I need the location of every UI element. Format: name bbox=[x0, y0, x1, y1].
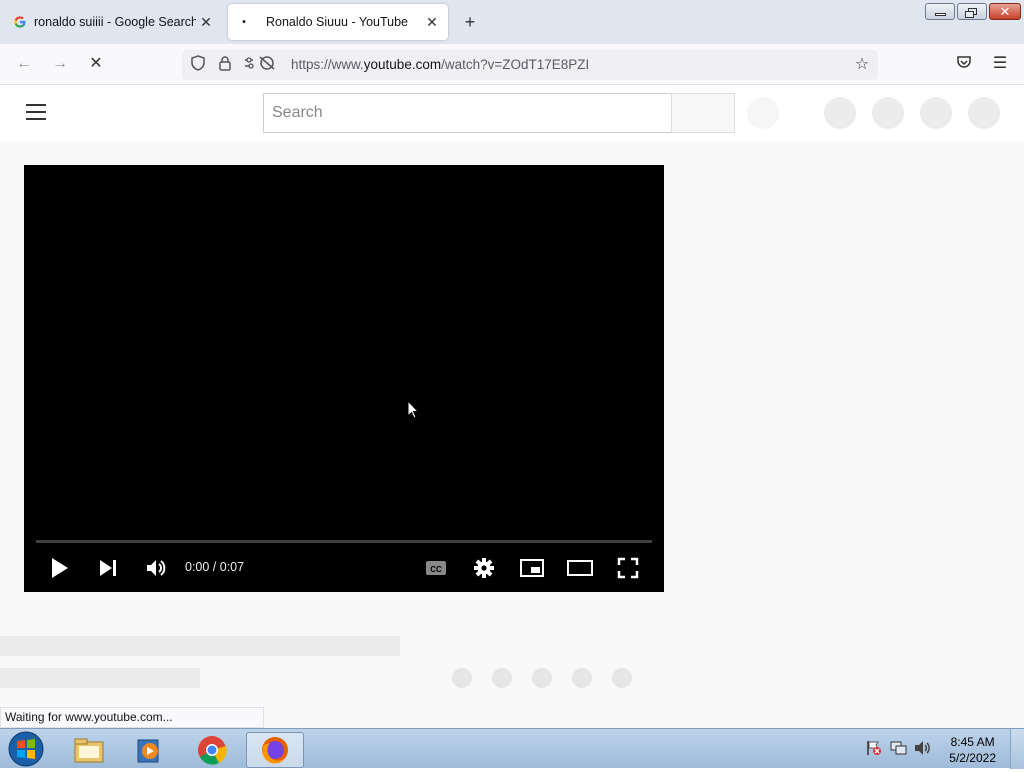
tab-title: ronaldo suiiii - Google Search bbox=[34, 15, 196, 29]
minimize-button[interactable] bbox=[925, 3, 955, 20]
theater-mode-icon[interactable] bbox=[567, 557, 593, 584]
action-skeleton bbox=[532, 668, 552, 688]
restore-button[interactable] bbox=[957, 3, 987, 20]
url-bar[interactable]: https://www.youtube.com/watch?v=ZOdT17E8… bbox=[182, 50, 878, 80]
system-clock[interactable]: 8:45 AM 5/2/2022 bbox=[949, 734, 996, 766]
action-skeleton bbox=[612, 668, 632, 688]
media-player-icon[interactable] bbox=[120, 732, 178, 768]
closed-captions-icon[interactable]: CC bbox=[425, 559, 447, 582]
file-explorer-icon[interactable] bbox=[60, 732, 118, 768]
action-skeleton bbox=[572, 668, 592, 688]
clock-date: 5/2/2022 bbox=[949, 751, 996, 765]
tab-title: Ronaldo Siuuu - YouTube bbox=[266, 15, 409, 29]
status-bar: Waiting for www.youtube.com... bbox=[0, 707, 264, 728]
placeholder-circle bbox=[824, 97, 856, 129]
placeholder-circle bbox=[872, 97, 904, 129]
windows-taskbar: 8:45 AM 5/2/2022 bbox=[0, 728, 1024, 769]
play-icon[interactable] bbox=[50, 557, 70, 584]
action-skeleton bbox=[452, 668, 472, 688]
svg-text:CC: CC bbox=[430, 565, 442, 574]
loading-dot-icon: • bbox=[242, 16, 246, 28]
guide-menu-icon[interactable] bbox=[26, 104, 46, 120]
mouse-cursor-icon bbox=[407, 399, 420, 424]
title-skeleton bbox=[0, 636, 400, 656]
pocket-icon[interactable] bbox=[954, 54, 974, 74]
progress-bar[interactable] bbox=[36, 540, 652, 543]
back-arrow-icon[interactable]: ← bbox=[14, 54, 34, 74]
permissions-icon[interactable] bbox=[242, 55, 278, 75]
search-input[interactable]: Search bbox=[263, 93, 672, 133]
next-video-icon[interactable] bbox=[99, 557, 119, 584]
close-tab-icon[interactable]: ✕ bbox=[422, 14, 442, 31]
action-center-flag-icon[interactable] bbox=[866, 740, 882, 761]
tab-youtube[interactable]: • Ronaldo Siuuu - YouTube ✕ bbox=[228, 4, 448, 40]
firefox-icon[interactable] bbox=[246, 732, 304, 768]
forward-arrow-icon[interactable]: → bbox=[50, 54, 70, 74]
time-display: 0:00 / 0:07 bbox=[185, 560, 245, 574]
subtitle-skeleton bbox=[0, 668, 200, 688]
google-g-icon bbox=[12, 14, 28, 30]
bookmark-star-icon[interactable]: ☆ bbox=[852, 55, 872, 75]
close-window-button[interactable]: ✕ bbox=[989, 3, 1021, 20]
network-icon[interactable] bbox=[890, 740, 908, 761]
stop-loading-icon[interactable]: ✕ bbox=[86, 54, 106, 74]
placeholder-circle bbox=[920, 97, 952, 129]
action-skeleton bbox=[492, 668, 512, 688]
fullscreen-icon[interactable] bbox=[617, 557, 639, 584]
navigation-toolbar: ← → ✕ https://www.youtube.com/watch?v=ZO… bbox=[0, 44, 1024, 85]
voice-search-placeholder bbox=[747, 97, 779, 129]
start-button[interactable] bbox=[6, 730, 46, 768]
show-desktop-button[interactable] bbox=[1010, 729, 1024, 769]
lock-icon[interactable] bbox=[215, 55, 235, 75]
volume-tray-icon[interactable] bbox=[914, 740, 932, 761]
search-button[interactable] bbox=[671, 93, 735, 133]
youtube-masthead: Search bbox=[0, 85, 1024, 141]
new-tab-button[interactable]: + bbox=[460, 12, 480, 32]
settings-gear-icon[interactable] bbox=[473, 557, 495, 584]
tab-strip: ronaldo suiiii - Google Search ✕ • Ronal… bbox=[0, 0, 1024, 44]
close-tab-icon[interactable]: ✕ bbox=[196, 14, 216, 31]
menu-hamburger-icon[interactable]: ☰ bbox=[990, 54, 1010, 74]
url-text[interactable]: https://www.youtube.com/watch?v=ZOdT17E8… bbox=[291, 57, 589, 72]
youtube-watch-page: 0:00 / 0:07 CC bbox=[0, 141, 1024, 728]
shield-icon[interactable] bbox=[188, 55, 208, 75]
chrome-icon[interactable] bbox=[183, 732, 241, 768]
miniplayer-icon[interactable] bbox=[520, 557, 544, 584]
clock-time: 8:45 AM bbox=[950, 735, 995, 749]
tab-google-search[interactable]: ronaldo suiiii - Google Search ✕ bbox=[4, 4, 222, 40]
placeholder-circle bbox=[968, 97, 1000, 129]
video-player[interactable]: 0:00 / 0:07 CC bbox=[24, 165, 664, 592]
volume-icon[interactable] bbox=[145, 557, 167, 584]
